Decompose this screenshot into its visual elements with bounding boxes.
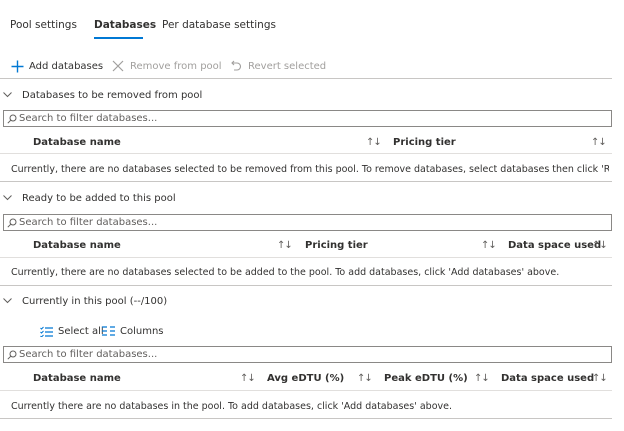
add-databases-button[interactable]: Add databases bbox=[10, 59, 103, 73]
search-input-ready[interactable]: Search to filter databases... bbox=[3, 214, 612, 231]
sort-icon[interactable]: ↑↓ bbox=[474, 373, 490, 384]
header-divider bbox=[0, 390, 612, 391]
column-header-peak-edtu[interactable]: Peak eDTU (%) bbox=[384, 373, 468, 384]
revert-selected-button[interactable]: Revert selected bbox=[229, 59, 326, 73]
columns-icon bbox=[101, 325, 115, 337]
chevron-down-icon bbox=[3, 194, 12, 203]
sort-icon[interactable]: ↑↓ bbox=[366, 137, 382, 148]
section-header-ready[interactable]: Ready to be added to this pool bbox=[3, 191, 176, 205]
search-icon bbox=[7, 114, 17, 124]
undo-icon bbox=[229, 59, 243, 73]
select-all-button[interactable]: Select all bbox=[39, 324, 104, 338]
header-divider bbox=[0, 257, 612, 258]
empty-message-current: Currently there are no databases in the … bbox=[11, 401, 452, 412]
sort-icon[interactable]: ↑↓ bbox=[592, 373, 608, 384]
plus-icon bbox=[10, 59, 24, 73]
sort-icon[interactable]: ↑↓ bbox=[240, 373, 256, 384]
search-icon bbox=[7, 218, 17, 228]
section-header-remove[interactable]: Databases to be removed from pool bbox=[3, 88, 202, 102]
close-icon bbox=[111, 59, 125, 73]
section-divider bbox=[0, 418, 612, 419]
search-placeholder-remove: Search to filter databases... bbox=[19, 113, 158, 124]
columns-label: Columns bbox=[120, 325, 164, 337]
column-header-data-space-used[interactable]: Data space used bbox=[501, 373, 594, 384]
section-title-remove: Databases to be removed from pool bbox=[22, 89, 203, 101]
section-divider bbox=[0, 285, 612, 286]
column-header-database-name[interactable]: Database name bbox=[33, 373, 121, 384]
sort-icon[interactable]: ↑↓ bbox=[591, 137, 607, 148]
section-title-ready: Ready to be added to this pool bbox=[22, 192, 176, 204]
select-all-icon bbox=[39, 325, 53, 337]
section-divider bbox=[0, 181, 612, 182]
toolbar-divider bbox=[0, 78, 612, 79]
revert-selected-label: Revert selected bbox=[248, 60, 327, 72]
select-all-label: Select all bbox=[58, 325, 104, 337]
tab-databases[interactable]: Databases bbox=[94, 19, 156, 31]
sort-icon[interactable]: ↑↓ bbox=[277, 240, 293, 251]
sort-icon[interactable]: ↑↓ bbox=[357, 373, 373, 384]
empty-message-remove: Currently, there are no databases select… bbox=[11, 164, 609, 175]
sort-icon[interactable]: ↑↓ bbox=[481, 240, 497, 251]
section-title-current: Currently in this pool (--/100) bbox=[22, 295, 168, 307]
column-header-data-space-used[interactable]: Data space used bbox=[508, 240, 601, 251]
section-header-current[interactable]: Currently in this pool (--/100) bbox=[3, 294, 167, 308]
search-placeholder-ready: Search to filter databases... bbox=[19, 217, 158, 228]
sort-icon[interactable]: ↑↓ bbox=[592, 240, 608, 251]
remove-from-pool-label: Remove from pool bbox=[130, 60, 222, 72]
empty-message-ready: Currently, there are no databases select… bbox=[11, 267, 560, 278]
tab-pool-settings[interactable]: Pool settings bbox=[10, 19, 77, 31]
chevron-down-icon bbox=[3, 297, 12, 306]
column-header-database-name[interactable]: Database name bbox=[33, 240, 121, 251]
chevron-down-icon bbox=[3, 91, 12, 100]
active-tab-indicator bbox=[94, 37, 143, 39]
column-header-avg-edtu[interactable]: Avg eDTU (%) bbox=[267, 373, 344, 384]
column-header-database-name[interactable]: Database name bbox=[33, 137, 121, 148]
column-header-pricing-tier[interactable]: Pricing tier bbox=[393, 137, 456, 148]
columns-button[interactable]: Columns bbox=[101, 324, 164, 338]
search-placeholder-current: Search to filter databases... bbox=[19, 349, 158, 360]
search-icon bbox=[7, 350, 17, 360]
remove-from-pool-button[interactable]: Remove from pool bbox=[111, 59, 222, 73]
add-databases-label: Add databases bbox=[29, 60, 104, 72]
search-input-remove[interactable]: Search to filter databases... bbox=[3, 110, 612, 127]
search-input-current[interactable]: Search to filter databases... bbox=[3, 346, 612, 363]
column-header-pricing-tier[interactable]: Pricing tier bbox=[305, 240, 368, 251]
tab-per-database-settings[interactable]: Per database settings bbox=[162, 19, 276, 31]
header-divider bbox=[0, 153, 612, 154]
